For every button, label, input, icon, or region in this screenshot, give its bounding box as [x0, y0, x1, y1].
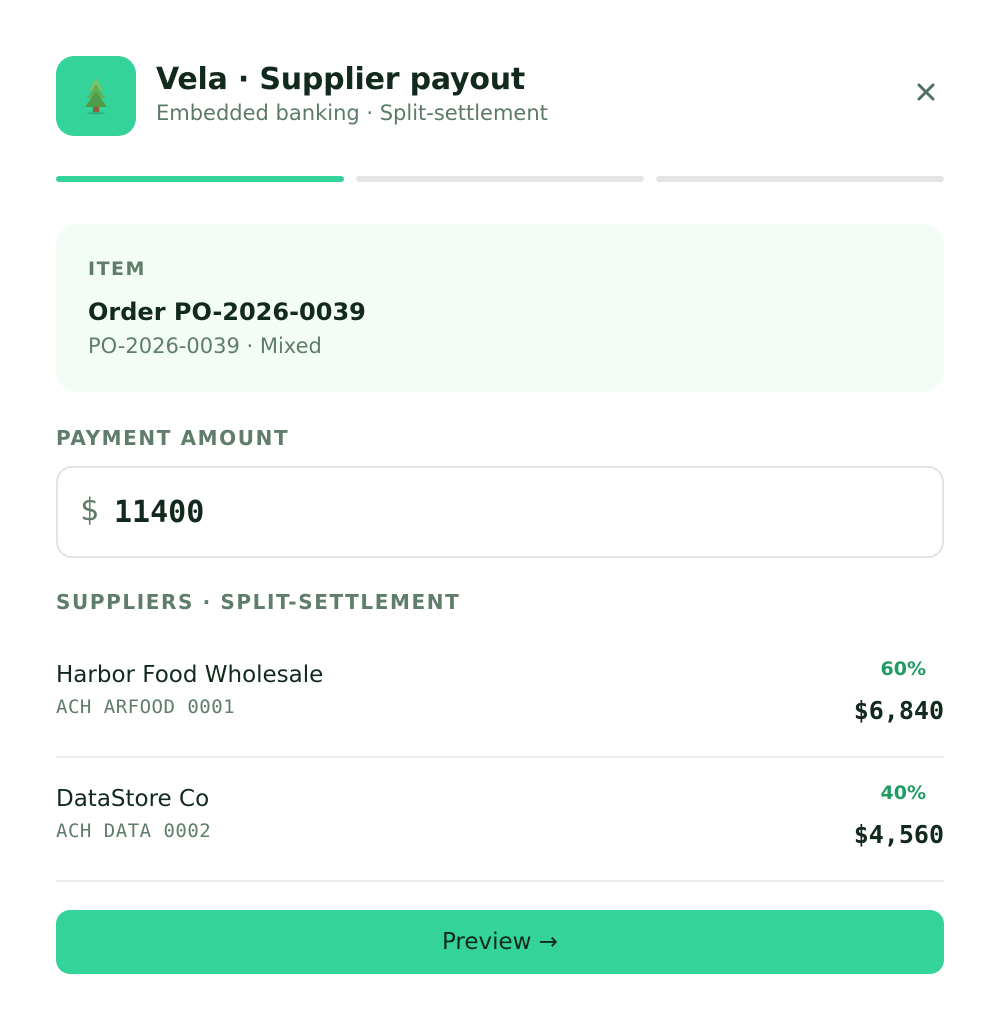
- item-title: Order PO-2026-0039: [88, 298, 366, 326]
- supplier-percent: 60%: [880, 658, 926, 680]
- payment-amount-label: PAYMENT AMOUNT: [56, 426, 290, 450]
- supplier-account: ACH DATA 0002: [56, 820, 212, 842]
- modal-subtitle: Embedded banking · Split-settlement: [156, 101, 548, 125]
- app-logo: [56, 56, 136, 136]
- preview-button[interactable]: Preview →: [56, 910, 944, 974]
- amount-input[interactable]: [114, 486, 914, 538]
- supplier-amount: $6,840: [853, 696, 944, 725]
- currency-symbol: $: [80, 492, 99, 528]
- supplier-name: DataStore Co: [56, 786, 210, 812]
- supplier-account: ACH ARFOOD 0001: [56, 696, 236, 718]
- suppliers-label: SUPPLIERS · SPLIT-SETTLEMENT: [56, 590, 461, 614]
- supplier-row: DataStore Co ACH DATA 0002 40% $4,560: [56, 758, 944, 882]
- supplier-percent: 40%: [880, 782, 926, 804]
- modal-header: Vela · Supplier payout Embedded banking …: [56, 56, 944, 136]
- close-icon: [916, 82, 936, 106]
- supplier-amount: $4,560: [853, 820, 944, 849]
- supplier-name: Harbor Food Wholesale: [56, 662, 324, 688]
- item-detail: PO-2026-0039 · Mixed: [88, 334, 322, 358]
- amount-field[interactable]: $: [56, 466, 944, 558]
- close-button[interactable]: [908, 76, 944, 112]
- item-label: ITEM: [88, 258, 146, 280]
- progress-step-3: [656, 176, 944, 182]
- item-card: ITEM Order PO-2026-0039 PO-2026-0039 · M…: [56, 224, 944, 392]
- supplier-row: Harbor Food Wholesale ACH ARFOOD 0001 60…: [56, 634, 944, 758]
- progress-step-2: [356, 176, 644, 182]
- modal-title: Vela · Supplier payout: [156, 62, 526, 97]
- progress-step-1: [56, 176, 344, 182]
- payout-modal: Vela · Supplier payout Embedded banking …: [0, 0, 1000, 1030]
- pine-tree-icon: [81, 76, 111, 116]
- step-progress: [56, 176, 944, 182]
